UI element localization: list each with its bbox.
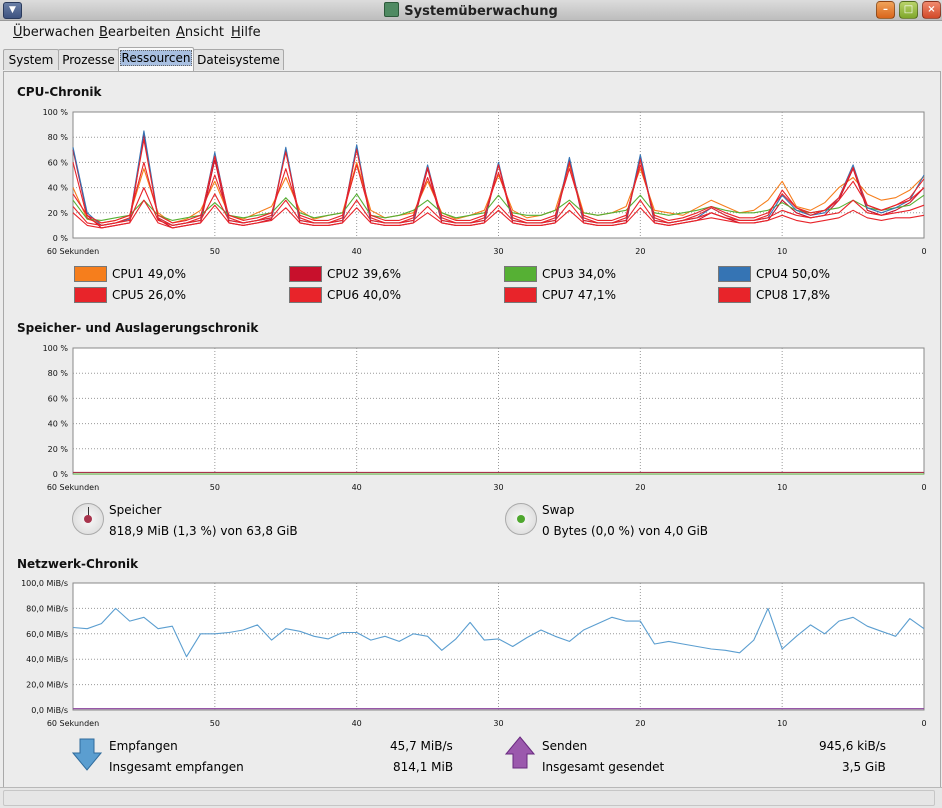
x-tick-label: 10: [777, 719, 787, 728]
total-received-value: 814,1 MiB: [393, 760, 454, 774]
menu-bearbeiten[interactable]: Bearbeiten: [99, 25, 170, 40]
y-tick-label: 40,0 MiB/s: [26, 655, 68, 664]
receiving-label: Empfangen: [109, 739, 178, 753]
memory-detail: 818,9 MiB (1,3 %) von 63,8 GiB: [109, 524, 298, 538]
memory-history-chart: 100 % 80 % 60 % 40 % 20 % 0 % 60 Sekunden 50 40 3…: [43, 344, 927, 492]
x-tick-label: 50: [210, 247, 220, 256]
cpu-legend-label: CPU8 17,8%: [756, 288, 830, 302]
x-tick-label: 10: [777, 247, 787, 256]
x-tick-label: 60 Sekunden: [47, 483, 99, 492]
swap-label: Swap: [542, 503, 575, 517]
color-swatch[interactable]: [74, 287, 107, 303]
send-arrow-icon[interactable]: [505, 736, 535, 770]
y-tick-label: 40 %: [48, 184, 69, 193]
x-tick-label: 30: [493, 719, 503, 728]
tab-bar: System Prozesse Ressourcen Dateisysteme: [0, 46, 942, 72]
y-tick-label: 20 %: [48, 445, 69, 454]
swap-dial-icon[interactable]: [505, 503, 537, 535]
y-tick-label: 80 %: [48, 369, 69, 378]
x-tick-label: 10: [777, 483, 787, 492]
maximize-button[interactable]: □: [899, 1, 918, 19]
x-tick-label: 0: [921, 247, 926, 256]
cpu-legend-label: CPU6 40,0%: [327, 288, 401, 302]
y-tick-label: 0 %: [53, 470, 69, 479]
y-tick-label: 100 %: [43, 108, 69, 117]
memory-dial-icon[interactable]: [72, 503, 104, 535]
status-bar: [0, 787, 942, 808]
cpu-legend-label: CPU7 47,1%: [542, 288, 616, 302]
y-tick-label: 20,0 MiB/s: [26, 681, 68, 690]
minimize-button[interactable]: –: [876, 1, 895, 19]
cpu-legend-label: CPU1 49,0%: [112, 267, 186, 281]
y-tick-label: 40 %: [48, 420, 69, 429]
x-tick-label: 20: [635, 247, 645, 256]
y-tick-label: 20 %: [48, 209, 69, 218]
swap-detail: 0 Bytes (0,0 %) von 4,0 GiB: [542, 524, 709, 538]
tab-prozesse[interactable]: Prozesse: [58, 49, 119, 70]
y-tick-label: 0 %: [53, 234, 69, 243]
x-tick-label: 50: [210, 483, 220, 492]
x-tick-label: 20: [635, 483, 645, 492]
cpu-history-title: CPU-Chronik: [17, 85, 102, 99]
sending-label: Senden: [542, 739, 588, 753]
cpu-legend-label: CPU3 34,0%: [542, 267, 616, 281]
y-tick-label: 80,0 MiB/s: [26, 604, 68, 613]
x-tick-label: 0: [921, 483, 926, 492]
cpu-legend-label: CPU2 39,6%: [327, 267, 401, 281]
network-history-title: Netzwerk-Chronik: [17, 557, 139, 571]
x-tick-label: 30: [493, 247, 503, 256]
x-tick-label: 40: [352, 483, 362, 492]
color-swatch[interactable]: [504, 266, 537, 282]
receiving-value: 45,7 MiB/s: [390, 739, 453, 753]
window-title: Systemüberwachung: [0, 2, 942, 19]
y-tick-label: 0,0 MiB/s: [31, 706, 68, 715]
color-swatch[interactable]: [504, 287, 537, 303]
color-swatch[interactable]: [74, 266, 107, 282]
x-tick-label: 0: [921, 719, 926, 728]
x-tick-label: 20: [635, 719, 645, 728]
total-sent-value: 3,5 GiB: [842, 760, 886, 774]
color-swatch[interactable]: [289, 287, 322, 303]
receive-arrow-icon[interactable]: [72, 738, 102, 772]
memory-history-title: Speicher- und Auslagerungschronik: [17, 321, 259, 335]
y-tick-label: 80 %: [48, 133, 69, 142]
title-bar: ▼ Systemüberwachung – □ ×: [0, 0, 942, 21]
y-tick-label: 100,0 MiB/s: [21, 579, 68, 588]
tab-system[interactable]: System: [3, 49, 59, 70]
tab-ressourcen[interactable]: Ressourcen: [118, 47, 194, 71]
color-swatch[interactable]: [718, 266, 751, 282]
x-tick-label: 60 Sekunden: [47, 719, 99, 728]
close-button[interactable]: ×: [922, 1, 941, 19]
total-sent-label: Insgesamt gesendet: [542, 760, 665, 774]
y-tick-label: 60,0 MiB/s: [26, 630, 68, 639]
menu-ueberwachen[interactable]: Überwachen: [13, 25, 94, 40]
cpu-legend-label: CPU4 50,0%: [756, 267, 830, 281]
tab-dateisysteme[interactable]: Dateisysteme: [193, 49, 284, 70]
window-title-text: Systemüberwachung: [404, 4, 558, 19]
y-tick-label: 60 %: [48, 394, 69, 403]
memory-label: Speicher: [109, 503, 162, 517]
menu-hilfe[interactable]: Hilfe: [231, 25, 261, 40]
x-tick-label: 30: [493, 483, 503, 492]
x-tick-label: 40: [352, 719, 362, 728]
cpu-legend-label: CPU5 26,0%: [112, 288, 186, 302]
menu-ansicht[interactable]: Ansicht: [176, 25, 224, 40]
menu-bar: Überwachen Bearbeiten Ansicht Hilfe: [0, 21, 942, 45]
sending-value: 945,6 kiB/s: [819, 739, 886, 753]
total-received-label: Insgesamt empfangen: [109, 760, 244, 774]
x-tick-label: 50: [210, 719, 220, 728]
color-swatch[interactable]: [289, 266, 322, 282]
color-swatch[interactable]: [718, 287, 751, 303]
x-tick-label: 40: [352, 247, 362, 256]
x-tick-label: 60 Sekunden: [47, 247, 99, 256]
y-tick-label: 100 %: [43, 344, 69, 353]
network-history-chart: 100,0 MiB/s80,0 MiB/s60,0 MiB/s40,0 MiB/…: [21, 579, 926, 728]
y-tick-label: 60 %: [48, 158, 69, 167]
system-monitor-icon: [384, 2, 400, 17]
